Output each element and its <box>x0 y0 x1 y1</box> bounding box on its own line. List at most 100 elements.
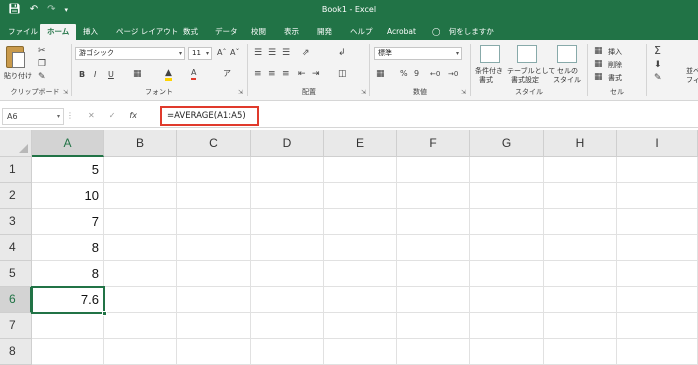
cell-b6[interactable] <box>104 287 177 313</box>
clipboard-launcher-icon[interactable]: ⇲ <box>63 89 68 96</box>
column-header-a[interactable]: A <box>32 130 104 157</box>
column-header-b[interactable]: B <box>104 130 177 157</box>
cell-h1[interactable] <box>544 157 617 183</box>
tab-formulas[interactable]: 数式 <box>183 24 198 40</box>
cell-e5[interactable] <box>324 261 397 287</box>
formula-input[interactable]: =AVERAGE(A1:A5) <box>160 106 259 126</box>
cell-d6[interactable] <box>251 287 324 313</box>
fill-color-icon[interactable]: ▲ <box>165 68 172 81</box>
cell-d2[interactable] <box>251 183 324 209</box>
cell-d3[interactable] <box>251 209 324 235</box>
cell-i1[interactable] <box>617 157 698 183</box>
align-top-icon[interactable]: ☰ <box>254 48 262 58</box>
underline-button[interactable]: U <box>108 70 114 80</box>
cell-a3[interactable]: 7 <box>32 209 104 235</box>
cell-c5[interactable] <box>177 261 251 287</box>
autosum-icon[interactable]: Σ <box>654 45 661 56</box>
cell-a8[interactable] <box>32 339 104 365</box>
fill-handle[interactable] <box>102 311 107 316</box>
cell-a5[interactable]: 8 <box>32 261 104 287</box>
cell-f6[interactable] <box>397 287 470 313</box>
cell-f5[interactable] <box>397 261 470 287</box>
decrease-decimal-icon[interactable]: →0 <box>448 69 458 79</box>
merge-center-icon[interactable]: ◫ <box>338 69 347 79</box>
wrap-text-icon[interactable]: ↲ <box>338 48 346 58</box>
tab-help[interactable]: ヘルプ <box>350 24 373 40</box>
orientation-icon[interactable]: ⇗ <box>302 48 310 58</box>
cell-c2[interactable] <box>177 183 251 209</box>
tab-developer[interactable]: 開発 <box>317 24 332 40</box>
row-header-7[interactable]: 7 <box>0 313 32 339</box>
increase-decimal-icon[interactable]: ←0 <box>430 69 440 79</box>
cell-e4[interactable] <box>324 235 397 261</box>
cell-b4[interactable] <box>104 235 177 261</box>
cell-g3[interactable] <box>470 209 544 235</box>
column-header-f[interactable]: F <box>397 130 470 157</box>
cell-i3[interactable] <box>617 209 698 235</box>
cell-b2[interactable] <box>104 183 177 209</box>
cell-b7[interactable] <box>104 313 177 339</box>
cut-icon[interactable]: ✂ <box>38 46 46 56</box>
bold-button[interactable]: B <box>79 70 85 80</box>
insert-cells-icon[interactable]: ▦ <box>594 46 603 56</box>
fill-icon[interactable]: ⬇ <box>654 60 662 70</box>
cell-a2[interactable]: 10 <box>32 183 104 209</box>
cell-c3[interactable] <box>177 209 251 235</box>
delete-cells-icon[interactable]: ▦ <box>594 59 603 69</box>
currency-icon[interactable]: ▦ <box>376 69 385 79</box>
cell-a4[interactable]: 8 <box>32 235 104 261</box>
borders-icon[interactable]: ▦ <box>133 69 142 79</box>
column-header-h[interactable]: H <box>544 130 617 157</box>
cell-i4[interactable] <box>617 235 698 261</box>
font-launcher-icon[interactable]: ⇲ <box>238 89 243 96</box>
format-painter-icon[interactable]: ✎ <box>38 72 46 82</box>
alignment-launcher-icon[interactable]: ⇲ <box>361 89 366 96</box>
cell-g2[interactable] <box>470 183 544 209</box>
tab-review[interactable]: 校閲 <box>251 24 266 40</box>
cell-c6[interactable] <box>177 287 251 313</box>
sort-filter-label-2[interactable]: フィル <box>686 75 698 85</box>
tab-acrobat[interactable]: Acrobat <box>387 24 416 40</box>
cell-h8[interactable] <box>544 339 617 365</box>
format-cells-button[interactable]: 書式 <box>608 73 622 83</box>
comma-button[interactable]: 9 <box>414 69 419 79</box>
align-center-icon[interactable]: ≡ <box>268 69 276 79</box>
percent-button[interactable]: % <box>400 69 408 79</box>
cell-g5[interactable] <box>470 261 544 287</box>
cell-a1[interactable]: 5 <box>32 157 104 183</box>
cell-e6[interactable] <box>324 287 397 313</box>
cell-g7[interactable] <box>470 313 544 339</box>
font-color-icon[interactable]: A <box>191 68 197 80</box>
format-as-table-icon[interactable] <box>517 45 537 63</box>
cell-f7[interactable] <box>397 313 470 339</box>
column-header-d[interactable]: D <box>251 130 324 157</box>
cell-e7[interactable] <box>324 313 397 339</box>
cell-d1[interactable] <box>251 157 324 183</box>
cell-c8[interactable] <box>177 339 251 365</box>
cell-h2[interactable] <box>544 183 617 209</box>
tab-file[interactable]: ファイル <box>8 24 38 40</box>
number-format-select[interactable]: 標準 ▾ <box>374 47 462 60</box>
cell-c1[interactable] <box>177 157 251 183</box>
column-header-e[interactable]: E <box>324 130 397 157</box>
cell-e2[interactable] <box>324 183 397 209</box>
cell-g8[interactable] <box>470 339 544 365</box>
cell-g4[interactable] <box>470 235 544 261</box>
cell-f3[interactable] <box>397 209 470 235</box>
row-header-4[interactable]: 4 <box>0 235 32 261</box>
tab-insert[interactable]: 挿入 <box>83 24 98 40</box>
phonetic-icon[interactable]: ア <box>223 69 231 79</box>
cell-b8[interactable] <box>104 339 177 365</box>
column-header-c[interactable]: C <box>177 130 251 157</box>
tab-page-layout[interactable]: ページ レイアウト <box>116 24 178 40</box>
cell-b1[interactable] <box>104 157 177 183</box>
column-header-g[interactable]: G <box>470 130 544 157</box>
cell-i8[interactable] <box>617 339 698 365</box>
tab-home[interactable]: ホーム <box>40 24 77 40</box>
row-header-3[interactable]: 3 <box>0 209 32 235</box>
row-header-2[interactable]: 2 <box>0 183 32 209</box>
select-all-button[interactable] <box>0 130 32 157</box>
copy-icon[interactable]: ❐ <box>38 59 46 69</box>
align-left-icon[interactable]: ≡ <box>254 69 262 79</box>
cell-d7[interactable] <box>251 313 324 339</box>
